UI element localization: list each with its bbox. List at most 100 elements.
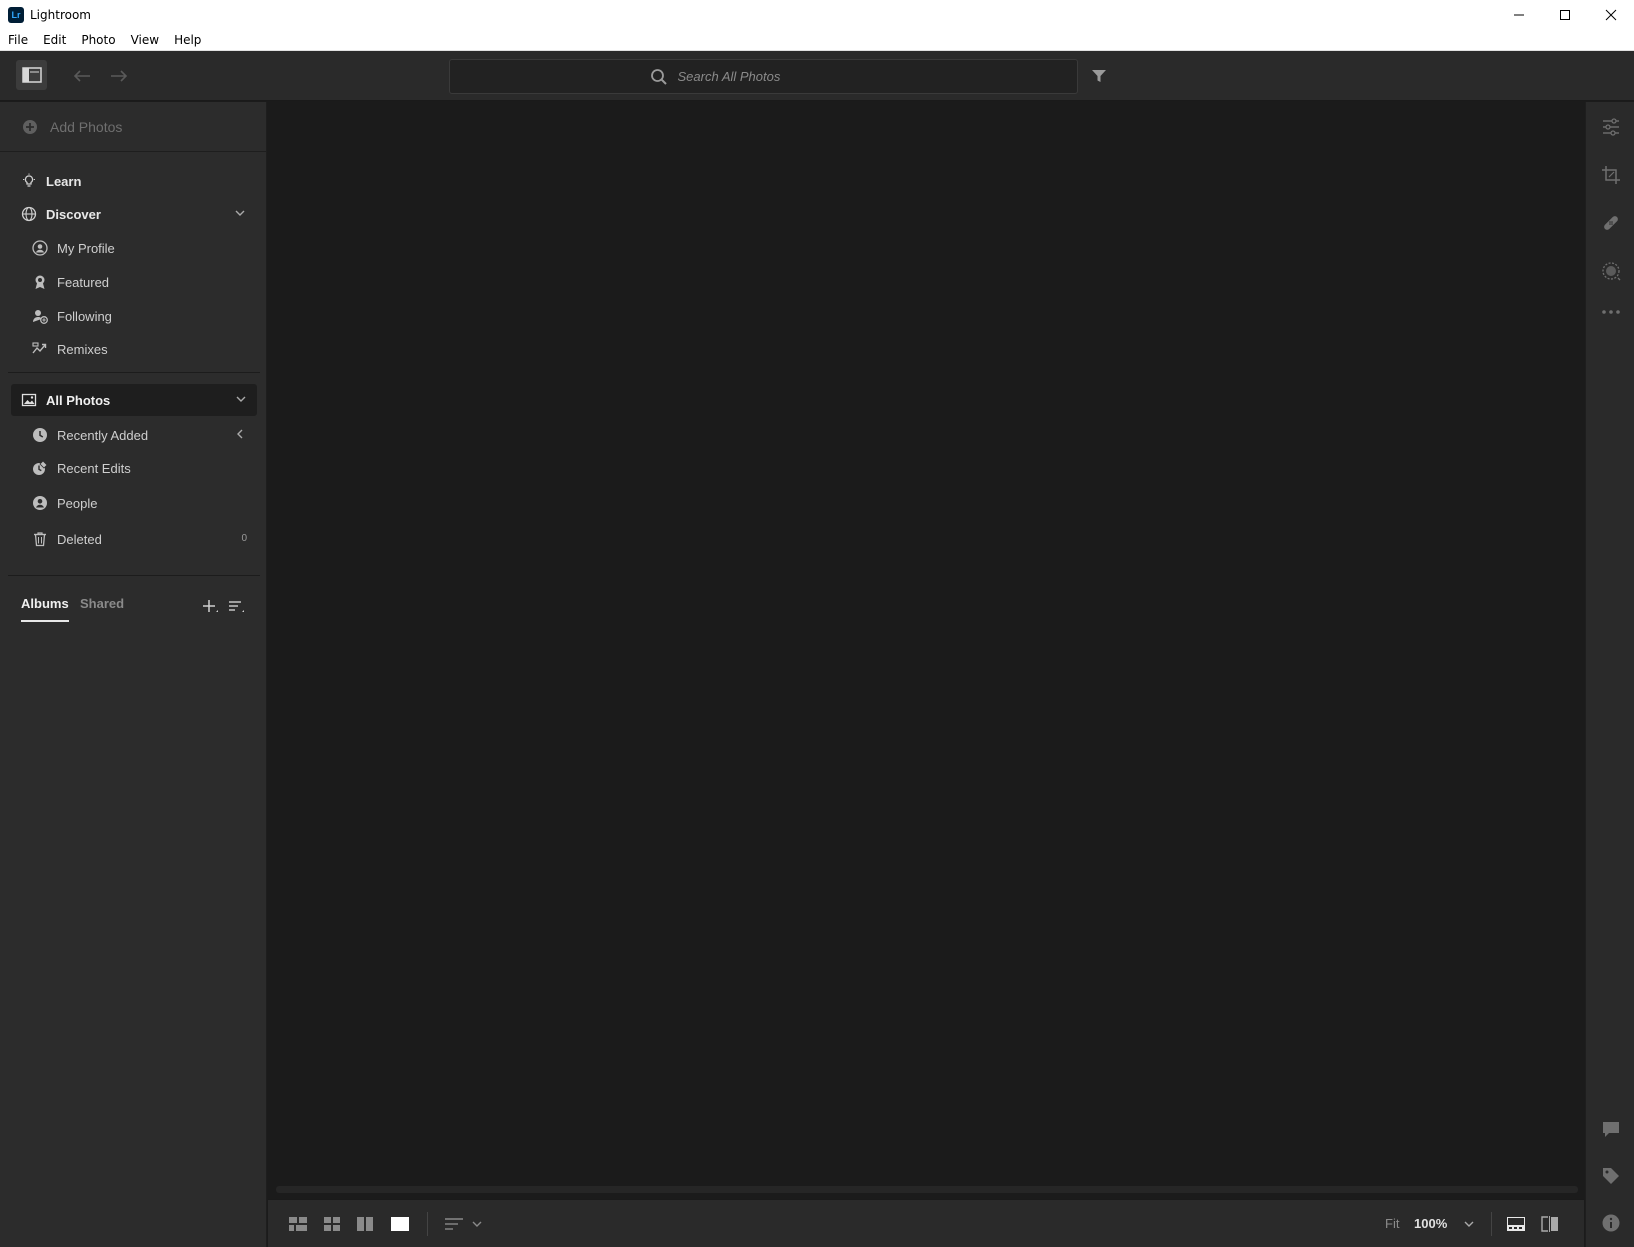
- zoom-level[interactable]: 100%: [1414, 1216, 1447, 1231]
- sidebar-item-label: All Photos: [46, 392, 111, 408]
- view-square-grid-button[interactable]: [287, 1213, 309, 1235]
- sidebar-item-label: Featured: [57, 274, 110, 290]
- sidebar-item-label: Learn: [46, 173, 82, 189]
- more-horizontal-icon: [1602, 310, 1620, 314]
- search-icon: [650, 68, 667, 85]
- add-circle-icon: [23, 119, 37, 134]
- edit-panel-button[interactable]: [1600, 116, 1622, 138]
- filter-button[interactable]: [1088, 65, 1110, 87]
- sidebar-item-label: Recent Edits: [57, 460, 131, 476]
- chevron-down-icon[interactable]: [234, 392, 248, 406]
- menu-photo[interactable]: Photo: [73, 33, 122, 47]
- menu-help[interactable]: Help: [166, 33, 208, 47]
- comment-icon: [1603, 1122, 1619, 1137]
- filmstrip-toggle-button[interactable]: [1505, 1213, 1527, 1235]
- sidebar-item-label: Discover: [46, 206, 101, 222]
- sidebar-item-people[interactable]: People: [0, 488, 267, 518]
- horizontal-scrollbar[interactable]: [276, 1186, 1578, 1193]
- plus-icon: [203, 600, 218, 612]
- sidebar-item-my-profile[interactable]: My Profile: [0, 233, 267, 263]
- view-compare-button[interactable]: [354, 1213, 376, 1235]
- lightbulb-icon: [20, 172, 38, 190]
- info-icon: [1602, 1214, 1620, 1232]
- chevron-down-icon: [472, 1221, 482, 1227]
- sidebar-item-label: Recently Added: [57, 427, 149, 443]
- keywords-button[interactable]: [1600, 1165, 1622, 1187]
- top-toolbar: [0, 51, 1634, 101]
- right-tool-strip: [1585, 102, 1634, 1247]
- sidebar-item-recent-edits[interactable]: Recent Edits: [0, 453, 267, 483]
- menu-bar: File Edit Photo View Help: [0, 30, 1634, 51]
- search-input[interactable]: [677, 69, 878, 84]
- sidebar-item-featured[interactable]: Featured: [0, 267, 267, 297]
- sort-lines-icon: [445, 1218, 463, 1230]
- chevron-down-icon[interactable]: [233, 206, 247, 220]
- fit-zoom-option[interactable]: Fit: [1385, 1216, 1399, 1231]
- minimize-button[interactable]: [1496, 0, 1542, 30]
- globe-icon: [20, 205, 38, 223]
- bandage-icon: [1604, 216, 1618, 230]
- add-album-button[interactable]: [200, 596, 220, 616]
- arrow-right-icon: [111, 70, 128, 82]
- maximize-button[interactable]: [1542, 0, 1588, 30]
- before-after-button[interactable]: [1539, 1213, 1561, 1235]
- arrow-left-icon: [73, 70, 90, 82]
- deleted-count: 0: [241, 533, 247, 544]
- masking-icon: [1602, 262, 1621, 281]
- more-options-button[interactable]: [1600, 301, 1622, 323]
- sidebar-item-label: Remixes: [57, 341, 108, 357]
- divider: [8, 575, 260, 576]
- panel-toggle-icon: [21, 67, 42, 83]
- filmstrip-icon: [1507, 1217, 1525, 1231]
- person-circle-icon: [31, 494, 49, 512]
- toggle-panel-button[interactable]: [16, 60, 47, 90]
- chevron-left-icon[interactable]: [233, 427, 247, 441]
- left-sidebar: Add Photos Learn Discover My Profile Fea…: [0, 102, 267, 1247]
- single-photo-icon: [391, 1217, 409, 1231]
- menu-view[interactable]: View: [123, 33, 166, 47]
- sliders-icon: [1603, 118, 1619, 136]
- crop-icon: [1602, 166, 1620, 184]
- photos-icon: [20, 391, 38, 409]
- healing-button[interactable]: [1600, 212, 1622, 234]
- back-button[interactable]: [71, 65, 93, 87]
- sort-albums-button[interactable]: [226, 596, 246, 616]
- chevron-down-icon: [1464, 1221, 1474, 1227]
- clock-icon: [31, 426, 49, 444]
- tab-shared[interactable]: Shared: [80, 596, 124, 622]
- search-box[interactable]: [449, 59, 1078, 94]
- sort-icon: [229, 601, 244, 612]
- sort-button[interactable]: [443, 1213, 465, 1235]
- sidebar-item-deleted[interactable]: Deleted 0: [0, 524, 267, 554]
- view-detail-button[interactable]: [389, 1213, 411, 1235]
- sidebar-item-recently-added[interactable]: Recently Added: [0, 420, 267, 450]
- separator: [1491, 1212, 1492, 1236]
- add-photos-label: Add Photos: [50, 118, 123, 135]
- sidebar-item-label: Following: [57, 308, 112, 324]
- info-button[interactable]: [1600, 1212, 1622, 1234]
- menu-file[interactable]: File: [0, 33, 35, 47]
- sidebar-item-remixes[interactable]: Remixes: [0, 334, 267, 364]
- menu-edit[interactable]: Edit: [35, 33, 73, 47]
- award-ribbon-icon: [31, 273, 49, 291]
- crop-button[interactable]: [1600, 164, 1622, 186]
- sidebar-item-following[interactable]: Following: [0, 301, 267, 331]
- sidebar-item-label: Deleted: [57, 531, 102, 547]
- bottom-toolbar: Fit 100%: [268, 1199, 1584, 1247]
- sort-dropdown-button[interactable]: [466, 1213, 488, 1235]
- sidebar-item-discover[interactable]: Discover: [0, 199, 267, 229]
- title-bar: Lr Lightroom: [0, 0, 1634, 30]
- minimize-icon: [1514, 14, 1524, 16]
- lightroom-logo-icon: Lr: [8, 7, 24, 23]
- close-button[interactable]: [1588, 0, 1634, 30]
- sidebar-item-all-photos[interactable]: All Photos: [11, 384, 257, 416]
- zoom-dropdown-button[interactable]: [1458, 1213, 1480, 1235]
- tab-albums[interactable]: Albums: [21, 596, 69, 622]
- photo-grid-area: [268, 102, 1584, 1199]
- add-photos-button[interactable]: Add Photos: [0, 102, 266, 152]
- masking-button[interactable]: [1600, 260, 1622, 282]
- forward-button[interactable]: [108, 65, 130, 87]
- sidebar-item-learn[interactable]: Learn: [0, 166, 267, 196]
- comments-button[interactable]: [1600, 1118, 1622, 1140]
- view-grid-button[interactable]: [321, 1213, 343, 1235]
